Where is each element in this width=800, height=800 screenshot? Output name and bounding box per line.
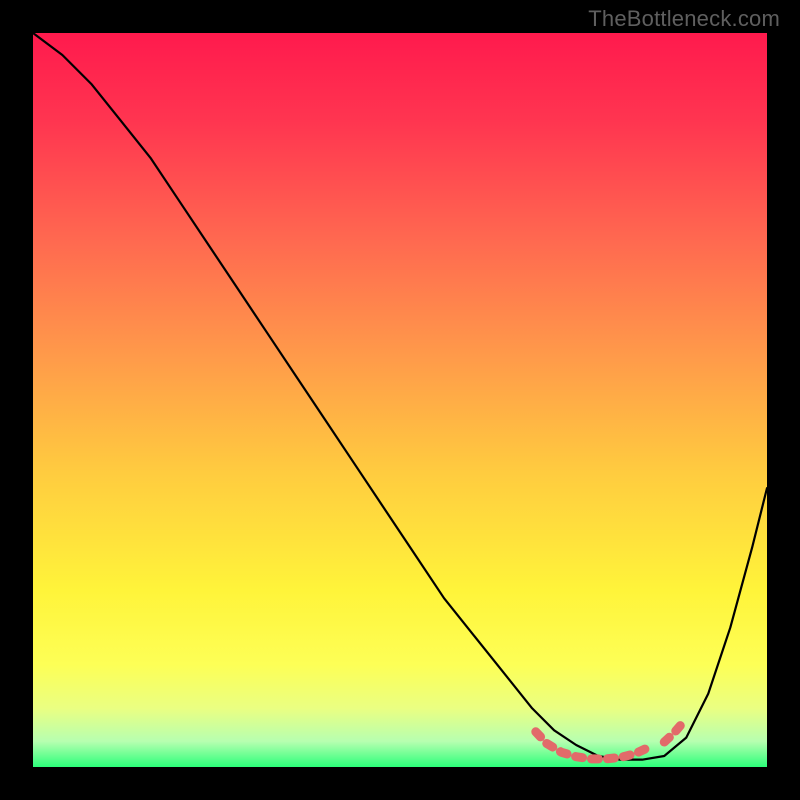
optimal-range-marker-left xyxy=(536,732,646,759)
optimal-range-marker-right xyxy=(664,723,682,742)
plot-area xyxy=(33,33,767,767)
watermark-text: TheBottleneck.com xyxy=(588,6,780,32)
chart-frame: TheBottleneck.com xyxy=(0,0,800,800)
bottleneck-curve xyxy=(33,33,767,760)
curve-layer xyxy=(33,33,767,767)
